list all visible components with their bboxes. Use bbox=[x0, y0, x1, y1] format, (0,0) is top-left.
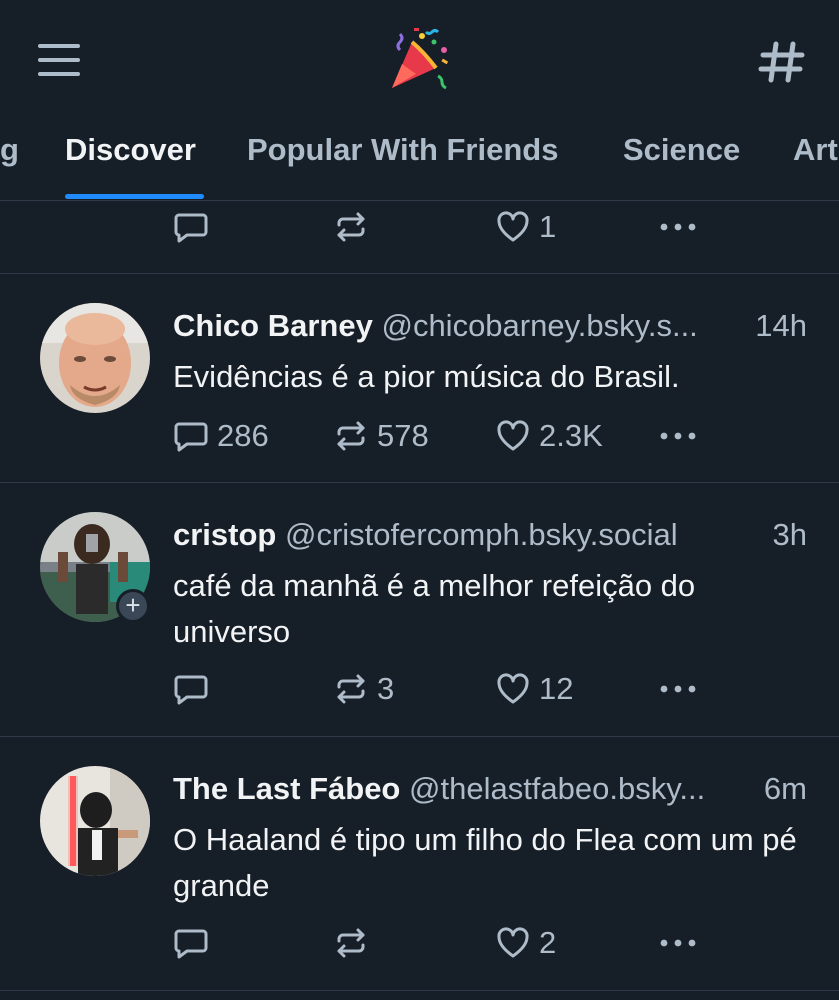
party-popper-icon[interactable] bbox=[386, 26, 454, 94]
post-actions: 1 bbox=[0, 205, 839, 249]
like-count: 12 bbox=[539, 671, 574, 706]
repost-icon bbox=[333, 209, 369, 245]
like-button[interactable]: 12 bbox=[495, 667, 573, 711]
post-header: cristop @cristofercomph.bsky.social 3h bbox=[173, 513, 807, 557]
repost-button[interactable]: 3 bbox=[333, 667, 394, 711]
post-header: Chico Barney @chicobarney.bsky.s... 14h bbox=[173, 304, 807, 348]
comment-icon bbox=[173, 671, 209, 707]
tab-art[interactable]: Art bbox=[793, 132, 838, 168]
like-count: 2 bbox=[539, 925, 557, 960]
display-name[interactable]: cristop bbox=[173, 517, 276, 552]
repost-button[interactable] bbox=[333, 205, 377, 249]
post-actions: 286 578 2.3K bbox=[0, 414, 839, 458]
post-time[interactable]: 6m bbox=[764, 767, 807, 811]
post-actions: 3 12 bbox=[0, 667, 839, 711]
heart-icon bbox=[495, 925, 531, 961]
repost-button[interactable]: 578 bbox=[333, 414, 429, 458]
feed-tab-bar: g Discover Popular With Friends Science … bbox=[0, 120, 839, 201]
post-text: Evidências é a pior música do Brasil. bbox=[173, 359, 680, 394]
display-name[interactable]: The Last Fábeo bbox=[173, 771, 400, 806]
repost-count: 3 bbox=[377, 671, 395, 706]
like-count: 2.3K bbox=[539, 418, 603, 453]
feed-post[interactable]: The Last Fábeo @thelastfabeo.bsky... 6m … bbox=[0, 737, 839, 991]
top-bar bbox=[0, 0, 839, 120]
comment-icon bbox=[173, 209, 209, 245]
like-button[interactable]: 1 bbox=[495, 205, 556, 249]
heart-icon bbox=[495, 418, 531, 454]
more-options-button[interactable] bbox=[658, 414, 698, 458]
post-text: O Haaland é tipo um filho do Flea com um… bbox=[173, 822, 797, 903]
active-tab-indicator bbox=[65, 194, 204, 199]
heart-icon bbox=[495, 209, 531, 245]
hashtag-icon[interactable] bbox=[756, 36, 808, 88]
tab-popular-with-friends[interactable]: Popular With Friends bbox=[247, 132, 558, 168]
reply-count: 286 bbox=[217, 418, 269, 453]
feed-post[interactable]: + cristop @cristofercomph.bsky.social 3h… bbox=[0, 483, 839, 737]
more-options-button[interactable] bbox=[658, 205, 698, 249]
avatar[interactable] bbox=[40, 303, 150, 413]
follow-plus-icon[interactable]: + bbox=[116, 589, 150, 623]
repost-icon bbox=[333, 925, 369, 961]
ellipsis-icon bbox=[658, 209, 698, 245]
like-button[interactable]: 2.3K bbox=[495, 414, 603, 458]
heart-icon bbox=[495, 671, 531, 707]
feed-post[interactable]: 1 bbox=[0, 201, 839, 274]
post-text: café da manhã é a melhor refeição do uni… bbox=[173, 568, 696, 649]
reply-button[interactable] bbox=[173, 921, 217, 965]
ellipsis-icon bbox=[658, 671, 698, 707]
post-actions: 2 bbox=[0, 921, 839, 965]
hamburger-menu-icon[interactable] bbox=[36, 40, 84, 80]
handle[interactable]: @chicobarney.bsky.s... bbox=[381, 308, 697, 343]
ellipsis-icon bbox=[658, 418, 698, 454]
more-options-button[interactable] bbox=[658, 667, 698, 711]
tab-discover[interactable]: Discover bbox=[65, 132, 196, 168]
more-options-button[interactable] bbox=[658, 921, 698, 965]
repost-button[interactable] bbox=[333, 921, 377, 965]
reply-button[interactable] bbox=[173, 667, 217, 711]
reply-button[interactable] bbox=[173, 205, 217, 249]
post-time[interactable]: 14h bbox=[755, 304, 807, 348]
reply-button[interactable]: 286 bbox=[173, 414, 269, 458]
like-count: 1 bbox=[539, 209, 557, 244]
feed-post[interactable]: Chico Barney @chicobarney.bsky.s... 14h … bbox=[0, 274, 839, 483]
repost-icon bbox=[333, 671, 369, 707]
like-button[interactable]: 2 bbox=[495, 921, 556, 965]
handle[interactable]: @thelastfabeo.bsky... bbox=[409, 771, 705, 806]
handle[interactable]: @cristofercomph.bsky.social bbox=[285, 517, 678, 552]
repost-icon bbox=[333, 418, 369, 454]
repost-count: 578 bbox=[377, 418, 429, 453]
display-name[interactable]: Chico Barney bbox=[173, 308, 373, 343]
tab-previous[interactable]: g bbox=[0, 132, 19, 168]
comment-icon bbox=[173, 418, 209, 454]
post-feed[interactable]: 1 Chico Barney @chicobarney.bsky.s... 14… bbox=[0, 201, 839, 1000]
post-time[interactable]: 3h bbox=[773, 513, 807, 557]
avatar[interactable] bbox=[40, 766, 150, 876]
ellipsis-icon bbox=[658, 925, 698, 961]
tab-science[interactable]: Science bbox=[623, 132, 740, 168]
comment-icon bbox=[173, 925, 209, 961]
post-header: The Last Fábeo @thelastfabeo.bsky... 6m bbox=[173, 767, 807, 811]
